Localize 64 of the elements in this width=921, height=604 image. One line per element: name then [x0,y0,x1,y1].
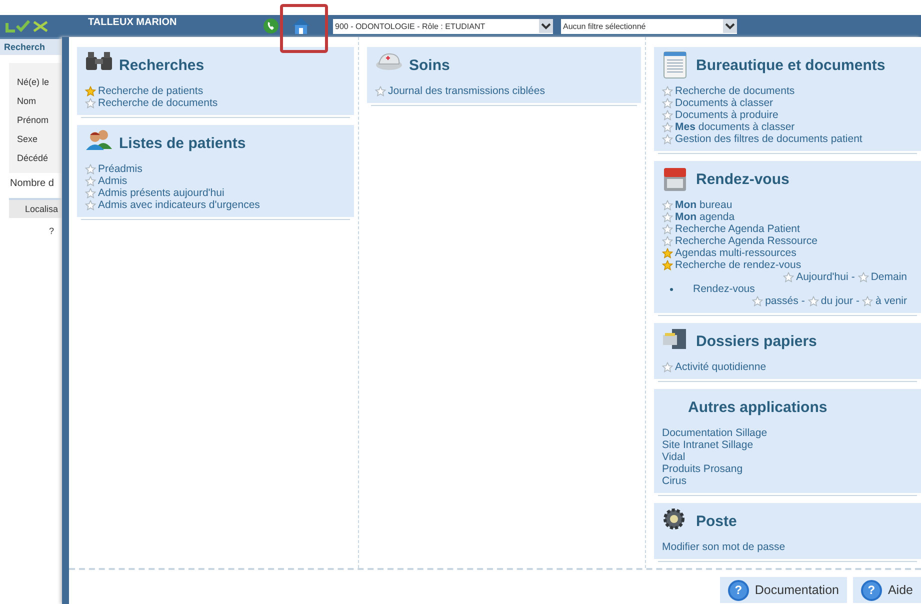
section-title: Autres applications [688,398,828,416]
menu-link[interactable]: Documents à produire [675,109,778,121]
user-name: TALLEUX MARION [88,17,178,28]
search-tab[interactable]: Recherch [0,39,62,55]
help-icon: ? [728,580,749,600]
menu-link[interactable]: Produits Prosang [662,463,743,475]
menu-link[interactable]: Modifier son mot de passe [662,541,786,553]
dropdown-caret-icon [723,19,737,33]
home-icon[interactable] [291,17,311,35]
menu-link[interactable]: Recherche Agenda Patient [675,223,800,235]
menu-link[interactable]: Aujourd'hui [796,271,848,283]
column-header: Localisa [9,198,62,218]
field-label: Prénom [17,115,50,125]
menu-link[interactable]: Site Intranet Sillage [662,439,754,451]
menu-link[interactable]: Mon agenda [675,211,735,223]
field-label: Sexe [17,134,39,144]
menu-link[interactable]: passés [765,295,798,307]
menu-link[interactable]: Admis présents aujourd'hui [98,187,224,199]
table-cell-text: ? [48,225,55,236]
section-title: Rendez-vous [696,170,790,188]
field-label: Décédé [17,153,50,163]
menu-link[interactable]: Recherche Agenda Ressource [675,235,818,247]
section-title: Recherches [119,56,204,74]
field-label: Né(e) le [17,77,50,87]
menu-link[interactable]: Mon bureau [675,199,732,211]
help-button[interactable]: ? Documentation [720,577,847,603]
role-select[interactable]: 900 - ODONTOLOGIE - Rôle : ETUDIANT [333,18,553,34]
separator: - [801,295,805,307]
help-icon: ? [860,580,882,600]
menu-link[interactable]: du jour [820,295,853,307]
filter-select[interactable]: Aucun filtre sélectionné [561,18,737,34]
menu-link[interactable]: Recherche de rendez-vous [675,259,802,271]
menu-link[interactable]: Journal des transmissions ciblées [388,85,545,97]
section-title: Soins [409,56,450,74]
field-label: Nom [17,96,38,106]
menu-link[interactable]: Agendas multi-ressources [675,247,796,259]
bullet-icon [670,288,673,290]
menu-label: Rendez-vous [693,283,755,295]
separator: - [856,295,860,307]
menu-link[interactable]: Admis avec indicateurs d'urgences [98,199,260,211]
menu-link[interactable]: Recherche de documents [98,97,218,109]
menu-link[interactable]: Cirus [662,475,687,487]
section-title: Poste [696,512,737,530]
dropdown-caret-icon [539,19,553,33]
section-title: Bureautique et documents [696,56,886,74]
phone-icon [263,18,279,34]
menu-link[interactable]: Recherche de documents [675,85,795,97]
menu-link[interactable]: Mes documents à classer [675,121,795,133]
menu-link[interactable]: à venir [875,295,907,307]
menu-link[interactable]: Préadmis [98,163,142,175]
menu-link[interactable]: Recherche de patients [98,85,204,97]
highlight-frame [280,4,328,53]
separator: - [851,271,855,283]
count-label: Nombre d [9,177,55,191]
section-title: Dossiers papiers [696,332,817,350]
menu-link[interactable]: Documentation Sillage [662,427,768,439]
menu-link[interactable]: Vidal [662,451,686,463]
menu-link[interactable]: Admis [98,175,128,187]
section-title: Listes de patients [119,134,246,152]
menu-link[interactable]: Documents à classer [675,97,774,109]
menu-link[interactable]: Gestion des filtres de documents patient [675,133,862,145]
menu-link[interactable]: Demain [870,271,907,283]
menu-link[interactable]: Activité quotidienne [675,361,766,373]
help-button[interactable]: ? Aide [852,577,921,603]
